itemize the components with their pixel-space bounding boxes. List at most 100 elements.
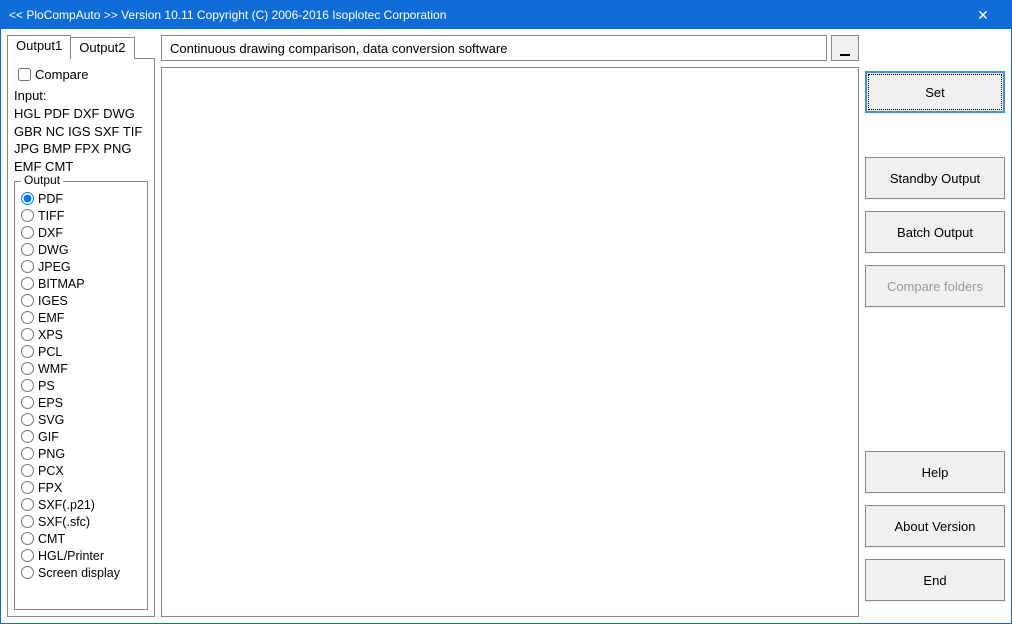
output-radio[interactable]: [21, 209, 34, 222]
output-radio-label: CMT: [38, 532, 65, 546]
output-radio[interactable]: [21, 243, 34, 256]
output-radio-label: DXF: [38, 226, 63, 240]
output-radio[interactable]: [21, 549, 34, 562]
output-radio[interactable]: [21, 345, 34, 358]
output-radio-item[interactable]: FPX: [21, 479, 141, 496]
output-radio-list: PDF TIFF DXF DWGJPEG BITMAP IGES EMF XPS PCL WMF P…: [21, 190, 141, 581]
output-radio-label: SXF(.sfc): [38, 515, 90, 529]
output-radio[interactable]: [21, 481, 34, 494]
window-title: << PloCompAuto >> Version 10.11 Copyrigh…: [9, 8, 963, 22]
minimize-icon: [840, 54, 850, 56]
output-radio-label: BITMAP: [38, 277, 85, 291]
output-radio[interactable]: [21, 413, 34, 426]
right-button-panel: Set Standby Output Batch Output Compare …: [865, 35, 1005, 617]
tab-output2[interactable]: Output2: [70, 37, 134, 59]
help-button[interactable]: Help: [865, 451, 1005, 493]
input-formats-line: HGL PDF DXF DWG: [14, 105, 148, 123]
output-radio[interactable]: [21, 226, 34, 239]
output-radio[interactable]: [21, 294, 34, 307]
output-radio-label: PDF: [38, 192, 63, 206]
output-radio-item[interactable]: PS: [21, 377, 141, 394]
output-radio-item[interactable]: PNG: [21, 445, 141, 462]
tab-body: Compare Input: HGL PDF DXF DWG GBR NC IG…: [7, 58, 155, 617]
output-radio[interactable]: [21, 379, 34, 392]
output-radio-item[interactable]: PCL: [21, 343, 141, 360]
output-radio-label: PNG: [38, 447, 65, 461]
output-radio-item[interactable]: DWG: [21, 241, 141, 258]
output-radio-item[interactable]: SVG: [21, 411, 141, 428]
standby-output-button[interactable]: Standby Output: [865, 157, 1005, 199]
input-heading: Input:: [14, 88, 148, 103]
output-radio-label: SXF(.p21): [38, 498, 95, 512]
output-radio-item[interactable]: PCX: [21, 462, 141, 479]
titlebar: << PloCompAuto >> Version 10.11 Copyrigh…: [1, 1, 1011, 29]
output-radio[interactable]: [21, 447, 34, 460]
output-radio-item[interactable]: HGL/Printer: [21, 547, 141, 564]
output-radio-label: FPX: [38, 481, 62, 495]
drawing-canvas[interactable]: [161, 67, 859, 617]
output-radio[interactable]: [21, 277, 34, 290]
output-radio-item[interactable]: XPS: [21, 326, 141, 343]
description-box: Continuous drawing comparison, data conv…: [161, 35, 827, 61]
output-radio-label: GIF: [38, 430, 59, 444]
output-radio[interactable]: [21, 311, 34, 324]
output-radio-item[interactable]: JPEG: [21, 258, 141, 275]
compare-checkbox-row[interactable]: Compare: [18, 67, 148, 82]
left-panel: Output1 Output2 Compare Input: HGL PDF D…: [7, 35, 155, 617]
set-button[interactable]: Set: [865, 71, 1005, 113]
output-radio-label: TIFF: [38, 209, 64, 223]
input-formats: HGL PDF DXF DWG GBR NC IGS SXF TIF JPG B…: [14, 105, 148, 175]
output-radio-item[interactable]: TIFF: [21, 207, 141, 224]
output-radio-item[interactable]: WMF: [21, 360, 141, 377]
output-radio-item[interactable]: EPS: [21, 394, 141, 411]
output-radio-label: PCX: [38, 464, 64, 478]
output-radio-item[interactable]: IGES: [21, 292, 141, 309]
middle-panel: Continuous drawing comparison, data conv…: [161, 35, 859, 617]
output-radio-label: WMF: [38, 362, 68, 376]
output-radio[interactable]: [21, 532, 34, 545]
output-legend: Output: [21, 173, 63, 187]
output-radio[interactable]: [21, 192, 34, 205]
output-radio-label: Screen display: [38, 566, 120, 580]
compare-label: Compare: [35, 67, 88, 82]
output-radio[interactable]: [21, 515, 34, 528]
output-radio[interactable]: [21, 328, 34, 341]
tab-output1[interactable]: Output1: [7, 35, 71, 59]
output-radio[interactable]: [21, 260, 34, 273]
output-radio-label: HGL/Printer: [38, 549, 104, 563]
output-radio-item[interactable]: SXF(.p21): [21, 496, 141, 513]
input-formats-line: JPG BMP FPX PNG: [14, 140, 148, 158]
output-radio-item[interactable]: CMT: [21, 530, 141, 547]
output-radio-item[interactable]: Screen display: [21, 564, 141, 581]
output-radio-item[interactable]: SXF(.sfc): [21, 513, 141, 530]
output-radio[interactable]: [21, 498, 34, 511]
output-radio[interactable]: [21, 464, 34, 477]
output-radio-label: XPS: [38, 328, 63, 342]
output-radio[interactable]: [21, 396, 34, 409]
output-radio-item[interactable]: DXF: [21, 224, 141, 241]
output-radio-label: IGES: [38, 294, 68, 308]
output-radio-label: DWG: [38, 243, 69, 257]
minimize-button[interactable]: [831, 35, 859, 61]
output-radio[interactable]: [21, 430, 34, 443]
compare-folders-button: Compare folders: [865, 265, 1005, 307]
tab-strip: Output1 Output2: [7, 35, 155, 59]
about-version-button[interactable]: About Version: [865, 505, 1005, 547]
output-radio-item[interactable]: GIF: [21, 428, 141, 445]
output-radio-item[interactable]: PDF: [21, 190, 141, 207]
output-radio-item[interactable]: EMF: [21, 309, 141, 326]
close-icon[interactable]: ✕: [963, 7, 1003, 24]
output-radio-label: PS: [38, 379, 55, 393]
batch-output-button[interactable]: Batch Output: [865, 211, 1005, 253]
end-button[interactable]: End: [865, 559, 1005, 601]
input-formats-line: GBR NC IGS SXF TIF: [14, 123, 148, 141]
spacer: [865, 613, 1005, 617]
client-area: Output1 Output2 Compare Input: HGL PDF D…: [1, 29, 1011, 623]
output-radio-label: PCL: [38, 345, 62, 359]
output-radio[interactable]: [21, 362, 34, 375]
compare-checkbox[interactable]: [18, 68, 31, 81]
output-radio[interactable]: [21, 566, 34, 579]
description-text: Continuous drawing comparison, data conv…: [170, 41, 507, 56]
output-radio-label: EMF: [38, 311, 64, 325]
output-radio-item[interactable]: BITMAP: [21, 275, 141, 292]
